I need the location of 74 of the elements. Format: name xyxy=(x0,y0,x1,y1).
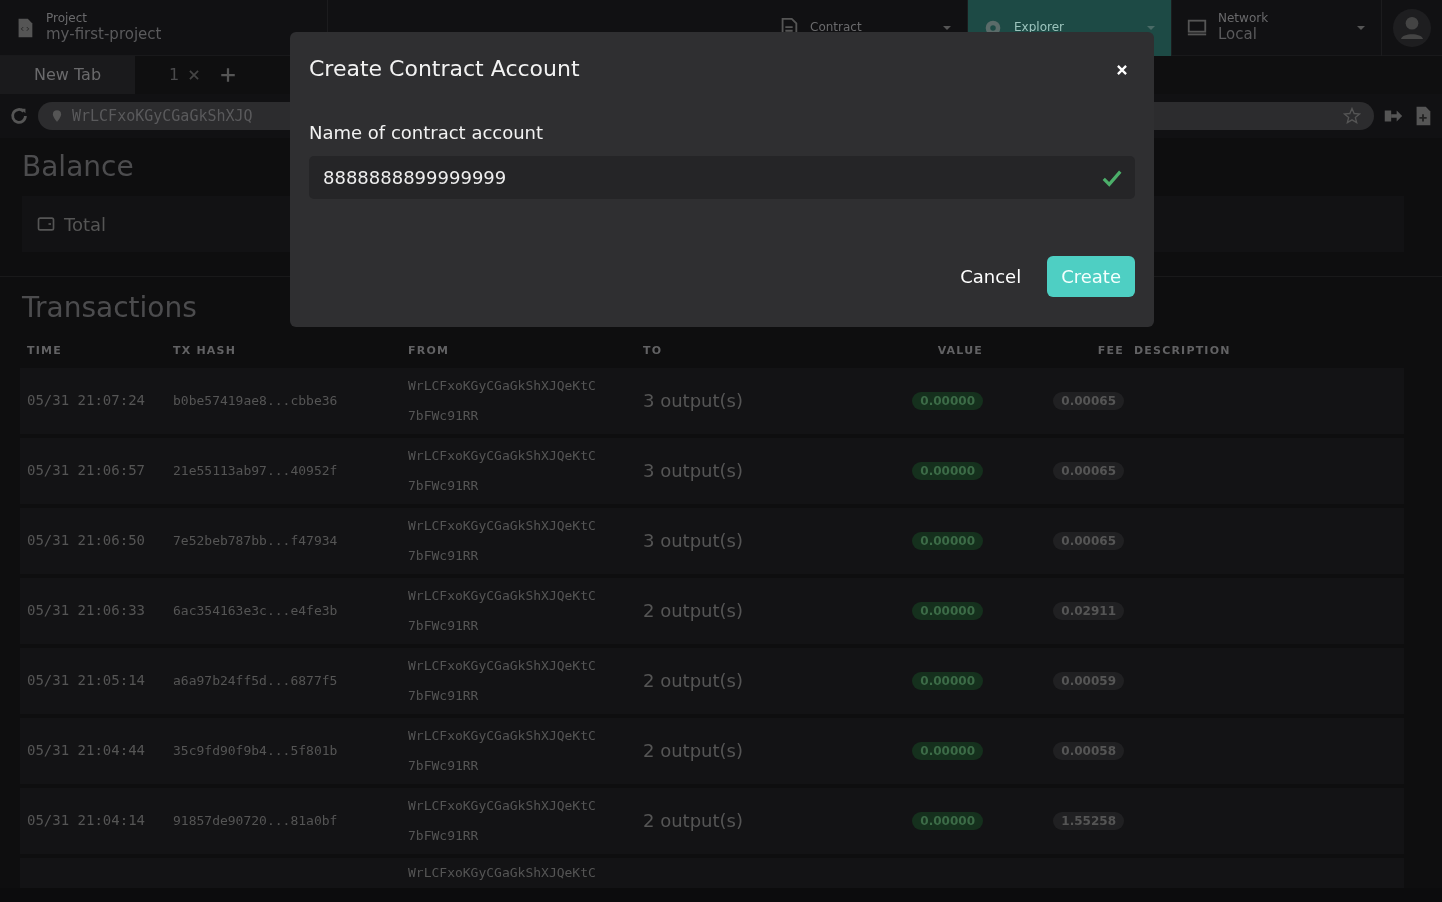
address-text: 7bFWc91RR xyxy=(408,826,480,845)
time-cell: 05/31 21:04:14 xyxy=(27,812,145,828)
address-text: WrLCFxoKGyCGaGkShXJQeKtC xyxy=(408,586,597,605)
outputs-cell: 2 output(s) xyxy=(643,740,743,761)
section-label: Network xyxy=(1218,11,1270,25)
tx-hash-cell: 91857de90720...81a0bf xyxy=(173,812,338,828)
close-icon[interactable] xyxy=(187,68,202,82)
outputs-cell: 3 output(s) xyxy=(643,390,743,411)
outputs-cell: 3 output(s) xyxy=(643,530,743,551)
section-value: Local xyxy=(1218,24,1258,45)
time-cell: 05/31 21:07:24 xyxy=(27,392,145,408)
address-text: WrLCFxoKGyCGaGkShXJQeKtC xyxy=(408,863,597,882)
address-text: 7bFWc91RR xyxy=(408,616,480,635)
column-header: FEE xyxy=(1096,343,1125,359)
cancel-button[interactable]: Cancel xyxy=(950,256,1032,297)
address-text: 7bFWc91RR xyxy=(408,686,480,705)
star-icon[interactable] xyxy=(1342,106,1362,126)
close-icon xyxy=(1115,62,1129,77)
time-cell: 05/31 21:06:33 xyxy=(27,602,145,618)
column-header: TO xyxy=(643,343,664,359)
total-label: Total xyxy=(64,212,107,237)
outputs-cell: 2 output(s) xyxy=(643,600,743,621)
tx-hash-cell: 21e55113ab97...40952f xyxy=(173,462,338,478)
tx-hash-cell: a6a97b24ff5d...6877f5 xyxy=(173,672,338,688)
address-text: 7bFWc91RR xyxy=(408,406,480,425)
column-header: DESCRIPTION xyxy=(1134,343,1232,359)
tx-hash-cell: 35c9fd90f9b4...5f801b xyxy=(173,742,338,758)
time-cell: 05/31 21:05:14 xyxy=(27,672,145,688)
outputs-cell: 2 output(s) xyxy=(643,810,743,831)
address-text: 7bFWc91RR xyxy=(408,546,480,565)
address-text: WrLCFxoKGyCGaGkShXJQeKtC xyxy=(408,796,597,815)
tab[interactable]: New Tab xyxy=(0,56,136,94)
location-pin-icon xyxy=(50,108,64,124)
tx-hash-cell: 6ac354163e3c...e4fe3b xyxy=(173,602,338,618)
column-header: FROM xyxy=(408,343,451,359)
modal-title: Create Contract Account xyxy=(309,55,580,83)
address-text: WrLCFxoKGyCGaGkShXJQeKtC xyxy=(408,446,597,465)
section-label: Explorer xyxy=(1014,21,1065,35)
section-value: my-first-project xyxy=(46,24,163,45)
time-cell: 05/31 21:04:44 xyxy=(27,742,145,758)
section-label: Contract xyxy=(810,21,863,35)
section-label: Project xyxy=(46,11,89,25)
section-title: Balance xyxy=(22,150,134,183)
value-badge: 0.00000 xyxy=(912,391,983,410)
time-cell: 05/31 21:06:57 xyxy=(27,462,145,478)
value-badge: 0.00000 xyxy=(912,531,983,550)
name-field[interactable]: 8888888899999999 xyxy=(309,156,1135,199)
outputs-cell: 3 output(s) xyxy=(643,460,743,481)
address-text: WrLCFxoKGyCGaGkShXJQeKtC xyxy=(408,376,597,395)
section-title: Transactions xyxy=(22,291,197,324)
value-badge: 0.00000 xyxy=(912,671,983,690)
field-label: Name of contract account xyxy=(309,121,545,145)
value-badge: 0.00000 xyxy=(912,741,983,760)
value-badge: 0.00000 xyxy=(912,601,983,620)
column-header: TIME xyxy=(27,343,63,359)
time-cell: 05/31 21:06:50 xyxy=(27,532,145,548)
column-header: VALUE xyxy=(936,343,984,359)
add-tab-icon[interactable] xyxy=(219,66,238,84)
refresh-icon[interactable] xyxy=(8,105,30,127)
create-button[interactable]: Create xyxy=(1047,256,1135,297)
address-text: WrLCFxoKGyCGaGkShXJQeKtC xyxy=(408,726,597,745)
outputs-cell: 2 output(s) xyxy=(643,670,743,691)
address-text: 7bFWc91RR xyxy=(408,756,480,775)
tx-hash-cell: 7e52beb787bb...f47934 xyxy=(173,532,338,548)
column-header: TX HASH xyxy=(173,343,238,359)
address-text: 7bFWc91RR xyxy=(408,476,480,495)
address-text: WrLCFxoKGyCGaGkShXJQeKtC xyxy=(408,516,597,535)
tx-hash-cell: b0be57419ae8...cbbe36 xyxy=(173,392,338,408)
value-badge: 0.00000 xyxy=(912,811,983,830)
table-row[interactable]: WrLCFxoKGyCGaGkShXJQeKtC xyxy=(20,857,1404,888)
address-text: WrLCFxoKGyCGaGkShXJQeKtC xyxy=(408,656,597,675)
value-badge: 0.00000 xyxy=(912,461,983,480)
user-avatar-icon[interactable] xyxy=(1393,8,1431,47)
wallet-icon xyxy=(36,214,56,234)
